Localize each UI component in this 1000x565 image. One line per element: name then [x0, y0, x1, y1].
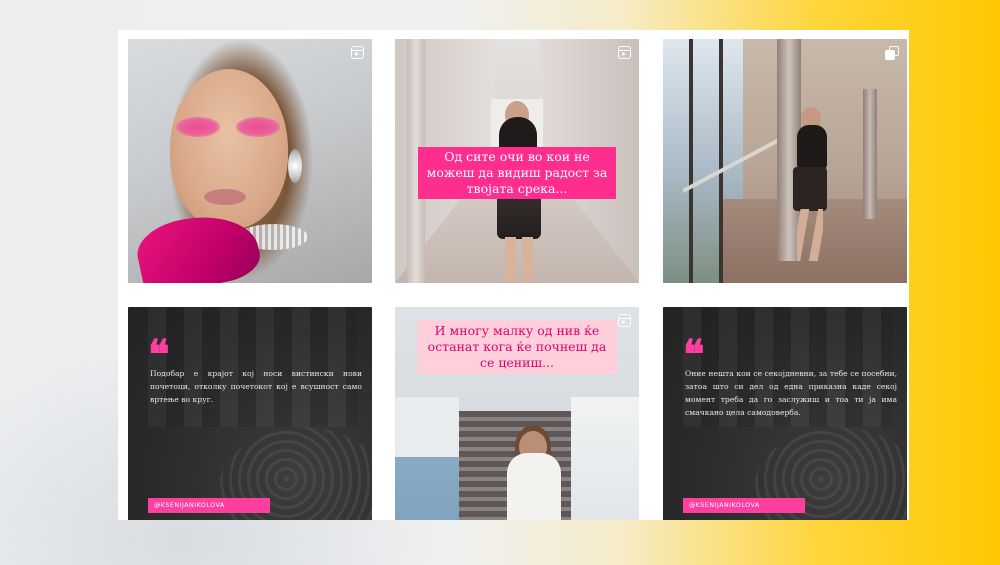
post-tile-stairs-reel[interactable]: И многу малку од нив ќе останат кога ќе … — [395, 307, 639, 520]
photo-wall-upper — [395, 397, 459, 457]
carousel-icon — [885, 46, 899, 60]
instagram-grid-panel: Од сите очи во кои не можеш да видиш рад… — [118, 30, 909, 520]
photo-column-far — [863, 89, 877, 219]
post-tile-portrait[interactable] — [128, 39, 372, 283]
photo-face — [170, 69, 288, 229]
post-tile-quote[interactable]: ❝ Подобар е крајот кој носи вистински но… — [128, 307, 372, 520]
author-handle: @KSENIJANIKOLOVA — [148, 498, 270, 513]
photo-person-top — [797, 125, 827, 169]
photo-eyeshadow-right — [236, 117, 280, 137]
photo-eyeshadow-left — [176, 117, 220, 137]
post-tile-corridor-reel[interactable]: Од сите очи во кои не можеш да видиш рад… — [395, 39, 639, 283]
reel-icon — [618, 46, 631, 59]
quote-text: Подобар е крајот кој носи вистински нови… — [150, 369, 362, 404]
reel-icon — [351, 46, 364, 59]
post-tile-quote[interactable]: ❝ Оние нешта кои се секојдневни, за тебе… — [663, 307, 907, 520]
photo-lips — [204, 189, 246, 205]
photo-earring — [288, 149, 302, 183]
photo-wall-right — [571, 397, 639, 520]
photo-person-legs — [505, 237, 533, 283]
reel-caption: Од сите очи во кои не можеш да видиш рад… — [418, 147, 616, 199]
photo-person-skirt — [793, 167, 827, 211]
author-handle: @KSENIJANIKOLOVA — [683, 498, 805, 513]
reel-icon — [618, 314, 631, 327]
photo-person-sweater — [507, 453, 561, 520]
reel-caption: И многу малку од нив ќе останат кога ќе … — [417, 320, 617, 374]
photo-person-legs — [797, 209, 823, 261]
post-tile-pillar-carousel[interactable] — [663, 39, 907, 283]
quote-text: Оние нешта кои се секојдневни, за тебе с… — [685, 369, 897, 417]
